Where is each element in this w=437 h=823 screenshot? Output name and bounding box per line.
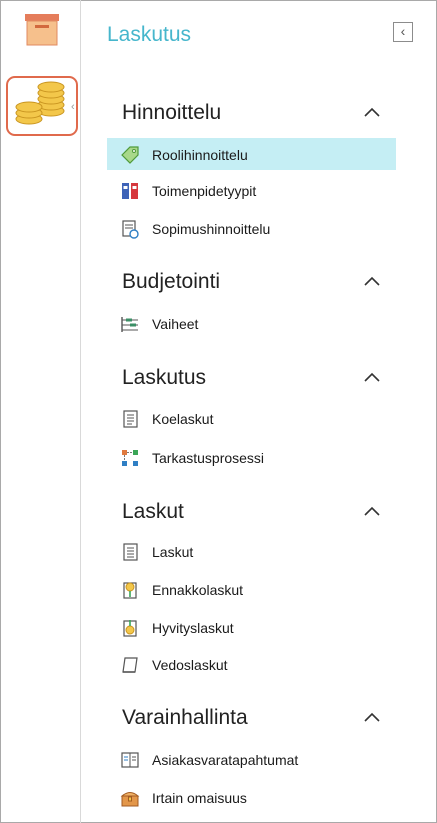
module-rail: ‹ — [0, 0, 80, 823]
process-icon — [122, 450, 138, 466]
nav-item-laskut[interactable]: Laskut — [107, 535, 396, 567]
nav-item-sopimushinnoittelu[interactable]: Sopimushinnoittelu — [107, 212, 396, 244]
price-tag-icon — [121, 146, 139, 164]
nav-item-label: Vaiheet — [152, 316, 199, 332]
nav-item-label: Asiakasvaratapahtumat — [152, 752, 299, 768]
advance-invoice-icon — [123, 582, 137, 599]
group-header-laskut[interactable]: Laskut — [122, 500, 412, 530]
nav-item-label: Roolihinnoittelu — [152, 147, 248, 163]
nav-item-label: Irtain omaisuus — [152, 790, 247, 806]
phases-icon — [121, 317, 138, 332]
invoice-icon — [123, 543, 138, 561]
nav-item-label: Koelaskut — [152, 411, 214, 427]
nav-item-label: Tarkastusprosessi — [152, 450, 265, 466]
group-header-hinnoittelu[interactable]: Hinnoittelu — [122, 101, 412, 131]
collapse-panel-button[interactable]: ‹ — [393, 22, 413, 42]
group-header-budjetointi[interactable]: Budjetointi — [122, 270, 412, 300]
group-title: Varainhallinta — [122, 706, 248, 729]
nav-item-label: Sopimushinnoittelu — [152, 221, 271, 237]
coins-icon — [15, 81, 65, 125]
chevron-up-icon[interactable] — [362, 710, 382, 724]
group-header-laskutus[interactable]: Laskutus — [122, 366, 412, 396]
nav-item-ennakkolaskut[interactable]: Ennakkolaskut — [107, 573, 396, 605]
nav-item-label: Hyvityslaskut — [152, 620, 234, 636]
group-title: Laskutus — [122, 366, 207, 389]
nav-item-irtain-omaisuus[interactable]: Irtain omaisuus — [107, 781, 396, 813]
nav-item-koelaskut[interactable]: Koelaskut — [107, 402, 396, 434]
chevron-up-icon[interactable] — [362, 370, 382, 384]
nav-item-hyvityslaskut[interactable]: Hyvityslaskut — [107, 611, 396, 643]
rail-item-box[interactable] — [6, 7, 78, 67]
nav-item-label: Vedoslaskut — [152, 657, 228, 673]
contract-icon — [122, 220, 139, 239]
group-title: Laskut — [122, 500, 184, 523]
nav-item-label: Toimenpidetyypit — [152, 183, 257, 199]
binders-icon — [122, 183, 138, 199]
rail-selection-caret: ‹ — [71, 101, 75, 113]
rail-divider — [80, 0, 81, 823]
customer-assets-icon — [121, 752, 139, 768]
box-icon — [25, 14, 59, 46]
group-title: Budjetointi — [122, 270, 221, 293]
chevron-up-icon[interactable] — [362, 504, 382, 518]
panel-title: Laskutus — [107, 23, 192, 46]
nav-item-asiakasvaratapahtumat[interactable]: Asiakasvaratapahtumat — [107, 743, 396, 775]
nav-item-label: Ennakkolaskut — [152, 582, 244, 598]
nav-item-tarkastusprosessi[interactable]: Tarkastusprosessi — [107, 441, 396, 473]
chevron-up-icon[interactable] — [362, 274, 382, 288]
nav-item-vaiheet[interactable]: Vaiheet — [107, 307, 396, 339]
credit-note-icon — [123, 620, 137, 637]
nav-item-label: Laskut — [152, 544, 194, 560]
nav-item-toimenpidetyypit[interactable]: Toimenpidetyypit — [107, 174, 396, 206]
chevron-up-icon[interactable] — [362, 105, 382, 119]
nav-item-vedoslaskut[interactable]: Vedoslaskut — [107, 648, 396, 680]
chest-icon — [120, 792, 140, 807]
group-title: Hinnoittelu — [122, 101, 222, 124]
nav-item-roolihinnoittelu[interactable]: Roolihinnoittelu — [107, 138, 396, 170]
proof-invoice-icon — [122, 657, 138, 673]
rail-item-coins[interactable] — [6, 76, 78, 136]
draft-invoice-icon — [123, 410, 138, 428]
group-header-varainhallinta[interactable]: Varainhallinta — [122, 706, 412, 736]
